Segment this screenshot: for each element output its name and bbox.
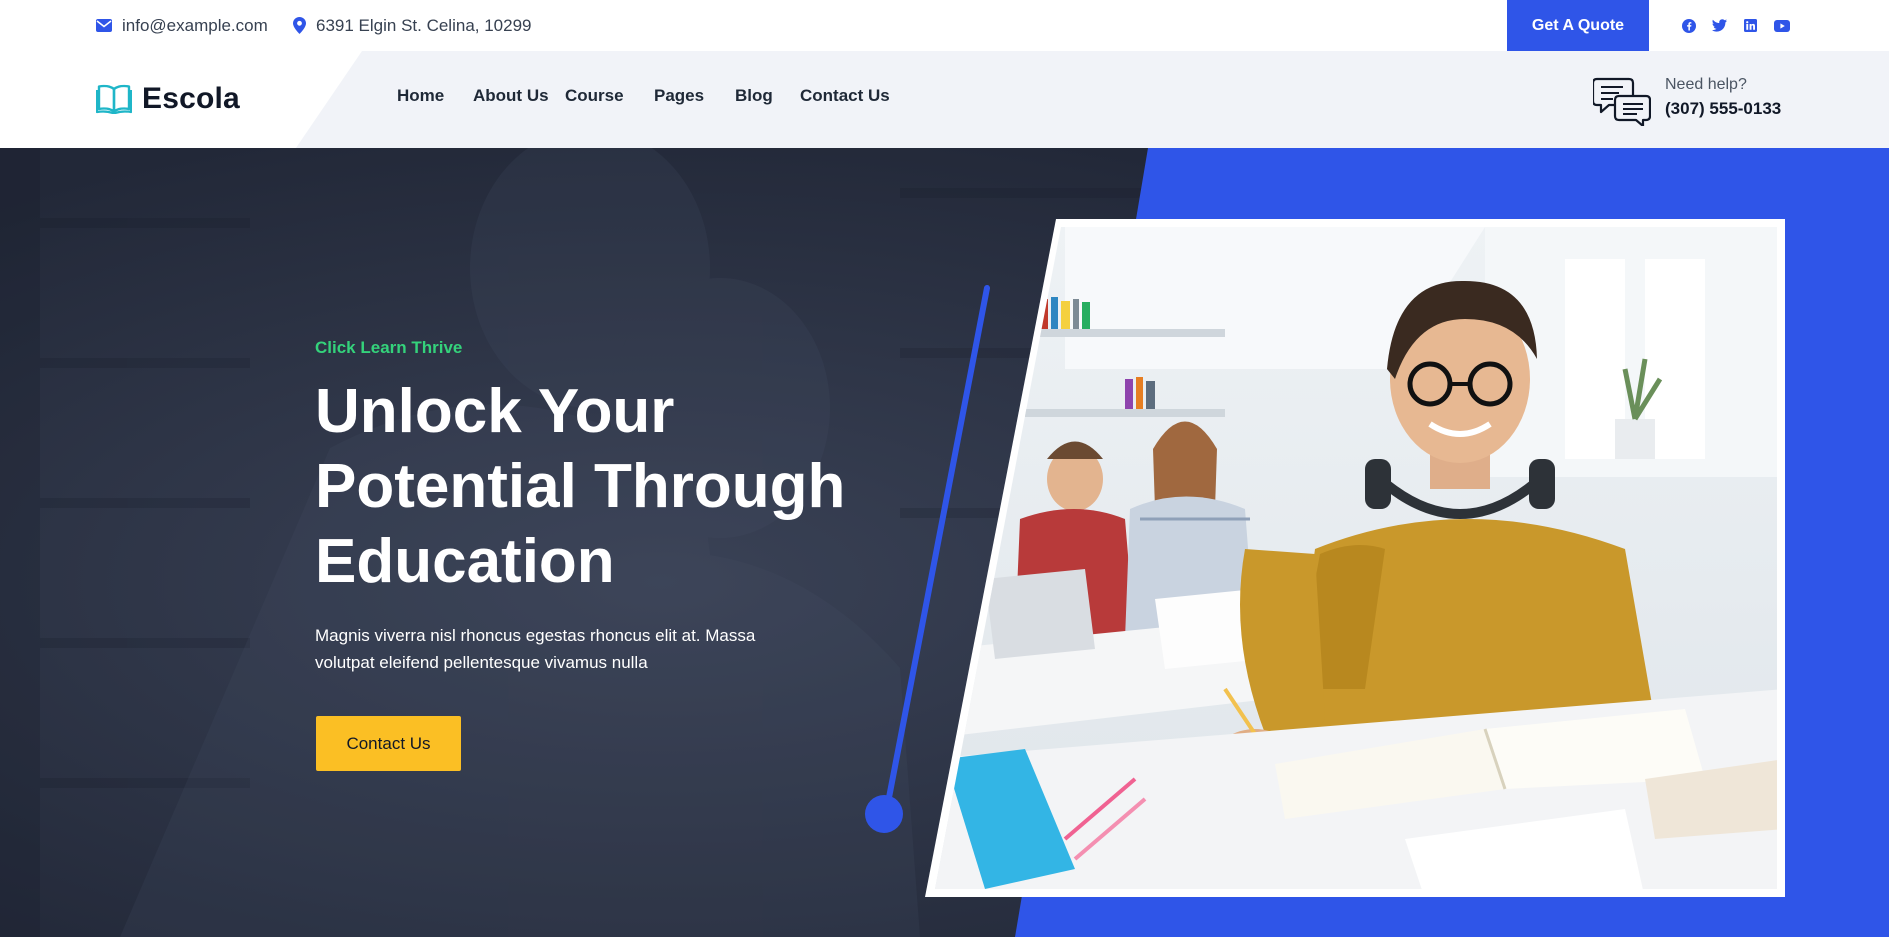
headline-line-2: Potential Through <box>315 452 846 521</box>
nav-contact-us[interactable]: Contact Us <box>800 86 890 106</box>
linkedin-icon[interactable] <box>1742 17 1759 34</box>
facebook-icon[interactable] <box>1680 17 1697 34</box>
hero-headline: Unlock Your Potential Through Education <box>315 374 935 599</box>
logo-text: Escola <box>142 82 240 115</box>
nav-course[interactable]: Course <box>565 86 624 106</box>
youtube-icon[interactable] <box>1773 17 1790 34</box>
help-phone[interactable]: (307) 555-0133 <box>1665 99 1781 119</box>
help-text: Need help? (307) 555-0133 <box>1665 76 1781 119</box>
help-label: Need help? <box>1665 76 1747 93</box>
get-a-quote-button[interactable]: Get A Quote <box>1507 0 1649 52</box>
top-bar: info@example.com 6391 Elgin St. Celina, … <box>0 0 1889 52</box>
top-email[interactable]: info@example.com <box>96 0 268 51</box>
twitter-icon[interactable] <box>1711 17 1728 34</box>
email-text: info@example.com <box>122 15 268 35</box>
envelope-icon <box>96 19 112 32</box>
logo[interactable]: Escola <box>96 82 240 116</box>
help-block[interactable]: Need help? (307) 555-0133 <box>1591 76 1781 131</box>
hero-eyebrow: Click Learn Thrive <box>315 338 463 357</box>
nav-about-us[interactable]: About Us <box>473 86 549 106</box>
nav-pages[interactable]: Pages <box>654 86 704 106</box>
nav-home[interactable]: Home <box>397 86 444 106</box>
address-text: 6391 Elgin St. Celina, 10299 <box>316 15 532 35</box>
social-links <box>1680 0 1790 51</box>
hero-section: Click Learn Thrive Unlock Your Potential… <box>0 148 1889 937</box>
hero-student-photo <box>925 219 1785 897</box>
chat-bubbles-icon <box>1591 77 1652 128</box>
book-logo-icon <box>96 84 132 114</box>
map-pin-icon <box>293 17 306 34</box>
headline-line-3: Education <box>315 527 615 596</box>
headline-line-1: Unlock Your <box>315 377 675 446</box>
nav-blog[interactable]: Blog <box>735 86 773 106</box>
top-address: 6391 Elgin St. Celina, 10299 <box>293 0 532 51</box>
hero-description: Magnis viverra nisl rhoncus egestas rhon… <box>315 626 756 672</box>
contact-us-button[interactable]: Contact Us <box>316 716 461 771</box>
